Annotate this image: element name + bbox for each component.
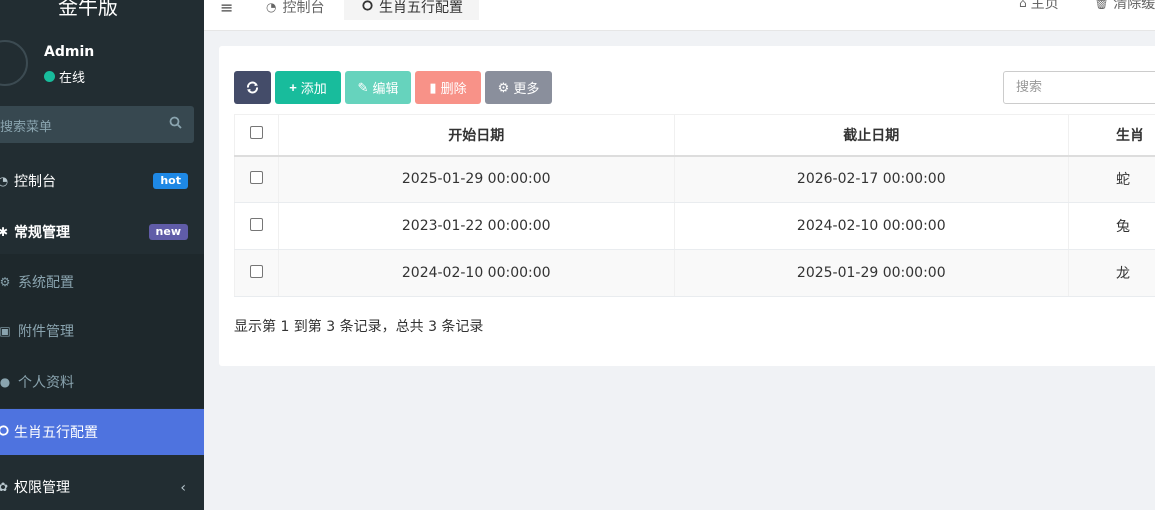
- trash-icon: 🗑: [1094, 0, 1110, 10]
- clear-cache-label: 清除缓存: [1113, 0, 1155, 12]
- end-date-cell: 2026-02-17 00:00:00: [673, 155, 1070, 203]
- user-icon: ●: [0, 375, 11, 389]
- sidebar-item-label: 常规管理: [14, 225, 70, 241]
- tab-label: 生肖五行配置: [379, 0, 463, 16]
- start-date-cell: 2023-01-22 00:00:00: [277, 202, 675, 250]
- refresh-icon: [247, 81, 258, 94]
- dashboard-icon: ◔: [266, 0, 277, 14]
- pagination-info: 显示第 1 到第 3 条记录，总共 3 条记录: [234, 319, 484, 335]
- end-date-cell: 2024-02-10 00:00:00: [673, 202, 1070, 250]
- home-link[interactable]: ⌂ 主页: [1019, 0, 1059, 13]
- sidebar-item-label: 权限管理: [14, 480, 70, 496]
- avatar[interactable]: [0, 40, 28, 86]
- row-checkbox-cell: [234, 202, 279, 250]
- sidebar-item-zodiac-config[interactable]: 生肖五行配置: [0, 409, 204, 455]
- table-row[interactable]: 2023-01-22 00:00:00 2024-02-10 00:00:00 …: [234, 202, 1155, 250]
- edit-button[interactable]: ✎ 编辑: [345, 71, 411, 104]
- clear-cache-button[interactable]: 🗑 清除缓存: [1094, 0, 1155, 13]
- sidebar-item-profile[interactable]: ● 个人资料: [0, 354, 204, 408]
- zodiac-cell: 兔: [1068, 202, 1155, 250]
- sidebar-search-input[interactable]: 搜索菜单: [0, 106, 194, 143]
- column-header-start-date[interactable]: 开始日期: [277, 114, 675, 157]
- sidebar-item-label: 生肖五行配置: [14, 425, 98, 441]
- sidebar-item-label: 附件管理: [18, 324, 74, 340]
- more-label: 更多: [513, 81, 540, 96]
- table-header-row: 开始日期 截止日期 生肖: [234, 114, 1155, 157]
- hamburger-menu-icon[interactable]: ≡: [220, 0, 233, 17]
- zodiac-cell: 蛇: [1068, 155, 1155, 203]
- user-status: 在线: [44, 67, 85, 86]
- column-header-end-date[interactable]: 截止日期: [673, 114, 1070, 157]
- sidebar-item-general[interactable]: ✱ 常规管理 new: [0, 210, 204, 254]
- gear-icon: ⚙: [0, 275, 11, 289]
- tab-zodiac-config[interactable]: 生肖五行配置: [344, 0, 479, 20]
- top-header: ≡ ◔ 控制台 生肖五行配置 ⌂ 主页 🗑 清除缓存: [204, 0, 1155, 31]
- more-button[interactable]: ⚙ 更多: [485, 71, 552, 104]
- delete-label: 删除: [440, 81, 467, 96]
- file-image-icon: ▣: [0, 324, 11, 338]
- user-name: Admin: [44, 44, 95, 60]
- table-row[interactable]: 2025-01-29 00:00:00 2026-02-17 00:00:00 …: [234, 155, 1155, 203]
- home-icon: ⌂: [1019, 0, 1027, 10]
- row-checkbox[interactable]: [249, 170, 263, 184]
- start-date-cell: 2024-02-10 00:00:00: [277, 249, 675, 297]
- sidebar-item-dashboard[interactable]: ◔ 控制台 hot: [0, 159, 204, 203]
- dashboard-icon: ◔: [0, 174, 9, 188]
- online-status-icon: [44, 71, 55, 82]
- sidebar-search-placeholder: 搜索菜单: [0, 120, 53, 135]
- edit-label: 编辑: [372, 81, 399, 96]
- select-all-checkbox[interactable]: [249, 126, 263, 140]
- tab-label: 控制台: [282, 0, 325, 16]
- data-table: 开始日期 截止日期 生肖 2025-01-29 00:00:00 2026-02…: [234, 114, 1155, 297]
- cogs-icon: ✱: [0, 225, 9, 239]
- sidebar-item-label: 控制台: [14, 174, 56, 190]
- plus-icon: +: [289, 80, 297, 95]
- group-icon: ✿: [0, 480, 9, 494]
- sidebar-item-label: 系统配置: [18, 275, 74, 291]
- zodiac-cell: 龙: [1068, 249, 1155, 297]
- row-checkbox-cell: [234, 155, 279, 203]
- search-icon[interactable]: [169, 116, 182, 133]
- table-row[interactable]: 2024-02-10 00:00:00 2025-01-29 00:00:00 …: [234, 249, 1155, 297]
- user-panel: Admin 在线: [0, 38, 204, 90]
- chevron-left-icon: ‹: [180, 480, 186, 496]
- trash-icon: ▮: [429, 79, 437, 95]
- select-all-cell: [234, 114, 279, 157]
- refresh-button[interactable]: [234, 71, 271, 104]
- sidebar-item-attachments[interactable]: ▣ 附件管理: [0, 304, 204, 354]
- brand-logo[interactable]: 金牛版: [0, 0, 204, 28]
- add-label: 添加: [300, 81, 327, 96]
- tab-dashboard[interactable]: ◔ 控制台: [266, 0, 324, 20]
- new-badge: new: [148, 224, 188, 240]
- sidebar-item-system-config[interactable]: ⚙ 系统配置: [0, 254, 204, 304]
- home-label: 主页: [1030, 0, 1059, 12]
- row-checkbox[interactable]: [249, 217, 263, 231]
- sidebar: 金牛版 Admin 在线 搜索菜单 ◔ 控制台 hot ✱ 常规管理 new ⚙…: [0, 0, 204, 510]
- search-input[interactable]: 搜索: [1003, 71, 1155, 104]
- column-header-zodiac[interactable]: 生肖: [1068, 114, 1155, 157]
- pencil-icon: ✎: [357, 79, 369, 95]
- end-date-cell: 2025-01-29 00:00:00: [673, 249, 1070, 297]
- row-checkbox[interactable]: [249, 264, 263, 278]
- add-button[interactable]: + 添加: [275, 71, 341, 104]
- content-panel: + 添加 ✎ 编辑 ▮ 删除 ⚙ 更多 搜索 开始日期 截止日期 生肖 2025…: [219, 46, 1155, 366]
- circle-icon: [0, 425, 10, 439]
- brand-title: 金牛版: [58, 0, 118, 19]
- user-status-label: 在线: [59, 71, 86, 86]
- row-checkbox-cell: [234, 249, 279, 297]
- hot-badge: hot: [153, 173, 188, 189]
- circle-icon: [362, 0, 373, 14]
- sidebar-item-label: 个人资料: [18, 375, 74, 391]
- gear-icon: ⚙: [497, 79, 510, 95]
- sidebar-item-permissions[interactable]: ✿ 权限管理 ‹: [0, 465, 204, 509]
- delete-button[interactable]: ▮ 删除: [415, 71, 481, 104]
- start-date-cell: 2025-01-29 00:00:00: [277, 155, 675, 203]
